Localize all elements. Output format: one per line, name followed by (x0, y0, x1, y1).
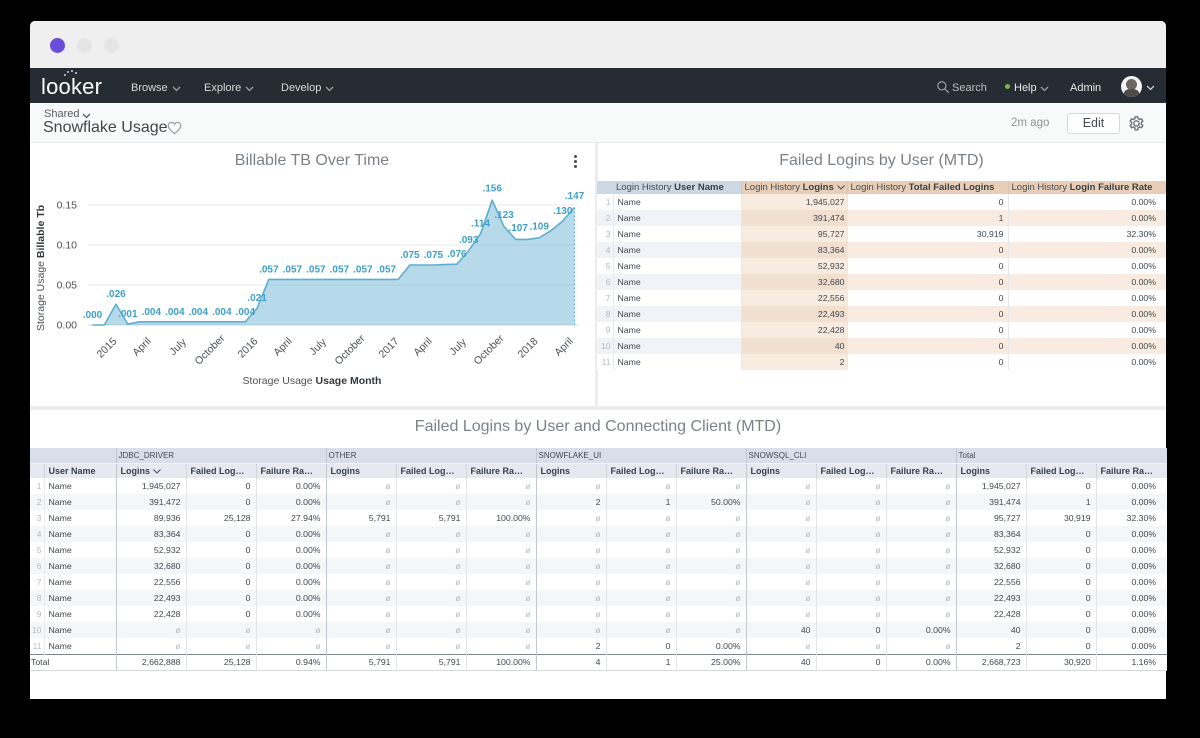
svg-text:.004: .004 (189, 307, 209, 318)
svg-text:Storage Usage Billable Tb: Storage Usage Billable Tb (35, 205, 47, 331)
svg-text:2016: 2016 (235, 335, 260, 360)
svg-text:.004: .004 (142, 307, 162, 318)
svg-text:July: July (167, 336, 189, 358)
svg-text:.057: .057 (330, 264, 350, 275)
svg-text:October: October (333, 332, 368, 367)
svg-text:.057: .057 (259, 264, 279, 275)
svg-text:Storage Usage Usage Month: Storage Usage Usage Month (243, 375, 382, 387)
svg-text:April: April (271, 335, 294, 358)
svg-text:.001: .001 (118, 309, 138, 320)
svg-text:.147: .147 (565, 191, 585, 202)
svg-text:.057: .057 (353, 264, 373, 275)
svg-text:April: April (130, 335, 153, 358)
svg-text:.057: .057 (283, 264, 303, 275)
svg-text:.004: .004 (236, 307, 256, 318)
svg-text:0.05: 0.05 (57, 280, 78, 292)
svg-text:July: July (307, 336, 329, 358)
svg-text:.000: .000 (83, 310, 103, 321)
svg-text:2015: 2015 (94, 335, 119, 360)
svg-text:.114: .114 (471, 218, 490, 229)
svg-text:.123: .123 (494, 210, 514, 221)
svg-text:.021: .021 (247, 293, 267, 304)
svg-text:.156: .156 (482, 184, 502, 195)
svg-text:.057: .057 (306, 264, 326, 275)
svg-text:.107: .107 (508, 223, 528, 234)
svg-text:.076: .076 (447, 249, 467, 260)
svg-text:.075: .075 (424, 250, 444, 261)
svg-text:April: April (411, 335, 434, 358)
svg-text:0.00: 0.00 (57, 320, 78, 332)
svg-text:.004: .004 (165, 307, 185, 318)
svg-text:0.10: 0.10 (57, 240, 78, 252)
svg-text:.130: .130 (553, 206, 573, 217)
svg-text:2018: 2018 (515, 335, 540, 360)
svg-text:October: October (193, 332, 228, 367)
svg-text:October: October (472, 332, 507, 367)
svg-text:.093: .093 (459, 235, 479, 246)
svg-text:.057: .057 (377, 264, 397, 275)
svg-text:0.15: 0.15 (57, 200, 78, 212)
svg-text:July: July (447, 336, 469, 358)
svg-text:.075: .075 (400, 250, 420, 261)
svg-text:2017: 2017 (376, 335, 401, 360)
svg-text:April: April (552, 335, 575, 358)
svg-text:.004: .004 (212, 307, 232, 318)
svg-text:.109: .109 (529, 221, 549, 232)
svg-text:.026: .026 (106, 289, 126, 300)
